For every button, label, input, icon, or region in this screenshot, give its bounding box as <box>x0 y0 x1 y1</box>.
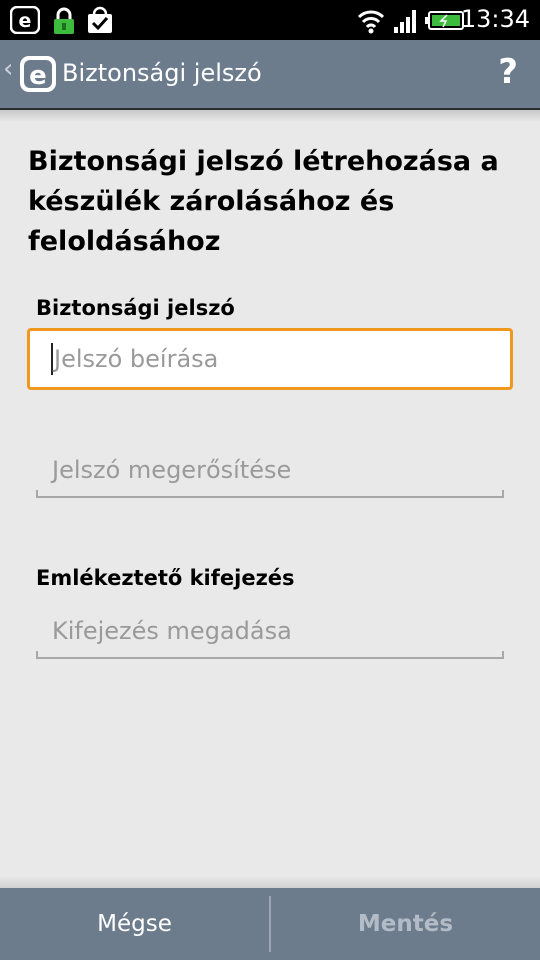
back-chevron-icon[interactable]: ‹ <box>3 54 13 84</box>
input-tick-left <box>36 490 38 498</box>
lock-icon <box>54 7 74 34</box>
bottom-bar: Mégse Mentés <box>0 888 540 960</box>
save-button[interactable]: Mentés <box>271 888 540 960</box>
battery-charging-icon <box>425 11 464 30</box>
input-tick-right <box>502 490 504 498</box>
page-title: Biztonsági jelszó <box>62 59 262 87</box>
signal-icon <box>394 10 416 33</box>
cancel-button[interactable]: Mégse <box>0 888 269 960</box>
password-placeholder: Jelszó beírása <box>54 345 219 373</box>
shopping-bag-check-icon <box>88 6 112 33</box>
input-tick-left <box>36 651 38 659</box>
wifi-icon <box>357 10 385 34</box>
confirm-password-placeholder: Jelszó megerősítése <box>52 456 292 484</box>
clock: 13:34 <box>460 5 530 33</box>
help-icon[interactable]: ? <box>498 52 518 92</box>
input-underline <box>36 496 504 498</box>
status-bar: e 13:34 <box>0 0 540 40</box>
eset-logo-icon[interactable]: e <box>18 54 58 94</box>
bottom-shadow <box>0 876 540 888</box>
eset-notification-icon: e <box>10 6 40 34</box>
page-heading: Biztonsági jelszó létrehozása a készülék… <box>28 146 499 257</box>
password-input[interactable]: Jelszó beírása <box>27 328 513 390</box>
hint-input[interactable]: Kifejezés megadása <box>36 611 504 659</box>
divider-shadow <box>0 110 540 122</box>
input-tick-right <box>502 651 504 659</box>
password-label: Biztonsági jelszó <box>36 296 235 320</box>
input-underline <box>36 657 504 659</box>
hint-placeholder: Kifejezés megadása <box>52 617 292 645</box>
hint-label: Emlékeztető kifejezés <box>36 566 295 590</box>
svg-text:e: e <box>29 61 47 91</box>
action-bar: ‹ e Biztonsági jelszó ? <box>0 40 540 108</box>
text-cursor <box>51 343 53 375</box>
confirm-password-input[interactable]: Jelszó megerősítése <box>36 450 504 498</box>
svg-text:e: e <box>19 10 32 32</box>
